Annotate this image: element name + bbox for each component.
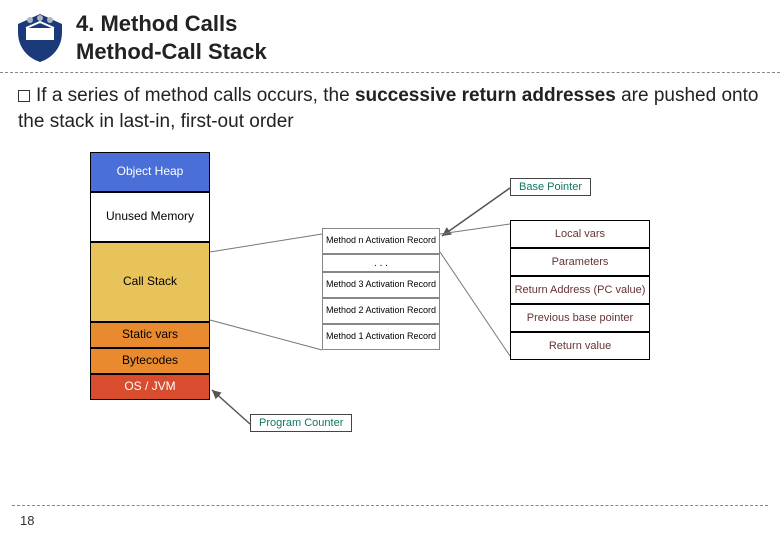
memory-stack-column: Object Heap Unused Memory Call Stack Sta… xyxy=(90,152,210,400)
bullet-mid1: a series of method calls occurs, the xyxy=(47,85,355,106)
university-crest-icon xyxy=(12,10,68,66)
record-prev-bp: Previous base pointer xyxy=(510,304,650,332)
memory-diagram: Object Heap Unused Memory Call Stack Sta… xyxy=(90,152,690,462)
base-pointer-label: Base Pointer xyxy=(510,178,591,196)
page-number: 18 xyxy=(20,513,34,528)
activation-records-column: Method n Activation Record . . . Method … xyxy=(322,228,440,350)
activation-record-2: Method 2 Activation Record xyxy=(322,298,440,324)
record-parameters: Parameters xyxy=(510,248,650,276)
slide-title-line2: Method-Call Stack xyxy=(76,38,267,66)
activation-record-1: Method 1 Activation Record xyxy=(322,324,440,350)
activation-record-3: Method 3 Activation Record xyxy=(322,272,440,298)
footer-divider xyxy=(12,505,768,506)
cell-call-stack: Call Stack xyxy=(90,242,210,322)
activation-record-ellipsis: . . . xyxy=(322,254,440,272)
cell-unused-memory: Unused Memory xyxy=(90,192,210,242)
bullet-square-icon xyxy=(18,90,30,102)
slide-title-line1: 4. Method Calls xyxy=(76,10,267,38)
bullet-strong: successive return addresses xyxy=(355,85,616,106)
activation-record-detail-column: Local vars Parameters Return Address (PC… xyxy=(510,220,650,360)
cell-static-vars: Static vars xyxy=(90,322,210,348)
cell-bytecodes: Bytecodes xyxy=(90,348,210,374)
record-local-vars: Local vars xyxy=(510,220,650,248)
bullet-prefix: If xyxy=(36,85,47,106)
cell-os-jvm: OS / JVM xyxy=(90,374,210,400)
record-return-addr: Return Address (PC value) xyxy=(510,276,650,304)
program-counter-label: Program Counter xyxy=(250,414,352,432)
record-return-val: Return value xyxy=(510,332,650,360)
bullet-text: If a series of method calls occurs, the … xyxy=(18,83,762,134)
cell-object-heap: Object Heap xyxy=(90,152,210,192)
activation-record-n: Method n Activation Record xyxy=(322,228,440,254)
